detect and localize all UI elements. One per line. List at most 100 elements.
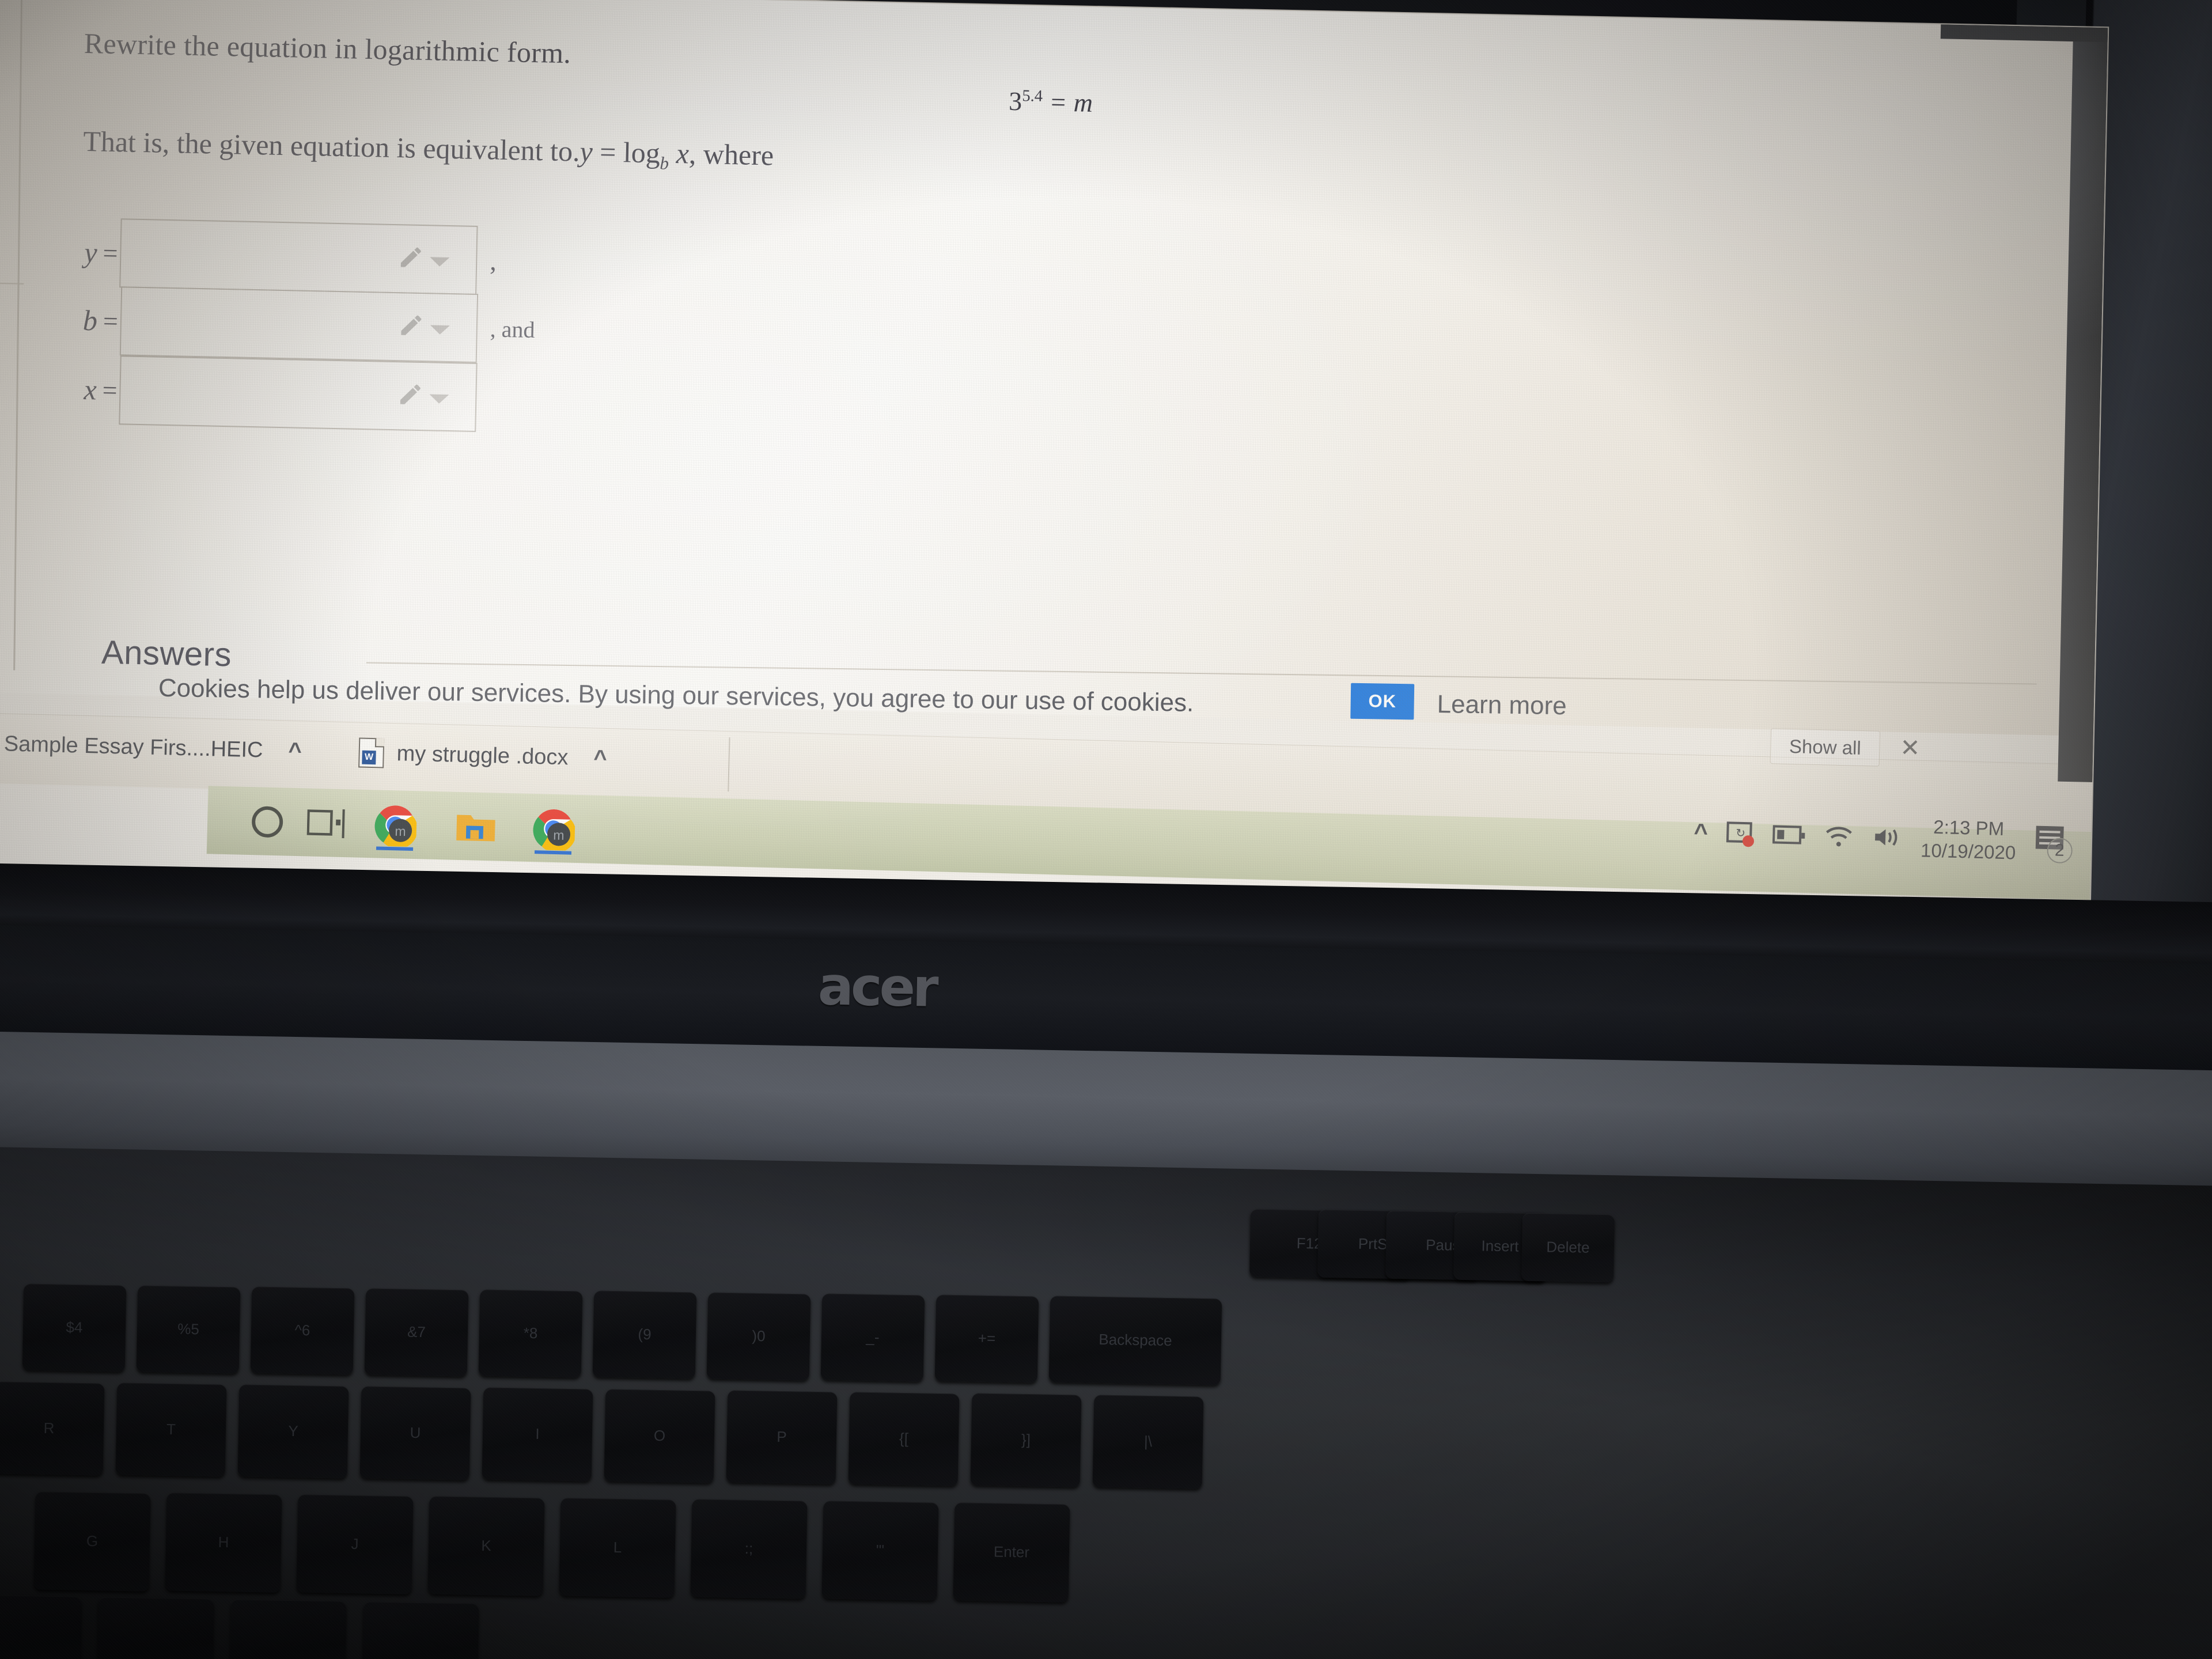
key-9[interactable]: (9 — [592, 1290, 697, 1379]
key-backspace[interactable]: Backspace — [1048, 1296, 1222, 1385]
key-j[interactable]: J — [296, 1494, 414, 1594]
key-label: U — [410, 1423, 421, 1442]
key-[interactable]: }] — [970, 1393, 1082, 1487]
key-label: Insert — [1481, 1237, 1519, 1255]
battery-icon[interactable] — [1772, 823, 1806, 847]
key-label: [ — [904, 1430, 909, 1448]
pencil-icon — [401, 315, 422, 335]
key-label: 7 — [417, 1323, 426, 1341]
tray-overflow-chevron-icon[interactable]: ^ — [1694, 819, 1709, 847]
key-label: _ — [866, 1328, 875, 1346]
key-label: G — [86, 1532, 99, 1550]
key-label: ^ — [294, 1321, 302, 1339]
taskbar-open-indicator — [534, 850, 572, 855]
shelf-separator — [728, 737, 730, 792]
key-blank[interactable] — [0, 1594, 82, 1659]
answer-trailing-b: , and — [490, 315, 536, 343]
answer-input-b[interactable] — [119, 286, 479, 363]
download-item-1[interactable]: Sample Essay Firs....HEIC ^ — [0, 728, 302, 766]
key-label: K — [481, 1536, 491, 1555]
download-item-2[interactable]: W my struggle .docx ^ — [358, 737, 607, 774]
key-label: 6 — [301, 1321, 310, 1339]
key-[interactable]: :; — [690, 1499, 808, 1599]
pencil-icon — [400, 384, 421, 404]
word-file-icon: W — [358, 737, 385, 768]
taskbar-item-chrome-2[interactable]: m — [527, 802, 581, 856]
key-l[interactable]: L — [559, 1498, 676, 1598]
math-editor-toggle-b[interactable] — [397, 312, 450, 339]
key-label: Backspace — [1099, 1330, 1172, 1350]
key-6[interactable]: ^ 6 — [250, 1286, 355, 1375]
math-editor-toggle-y[interactable] — [397, 244, 450, 271]
key-y[interactable]: Y — [237, 1384, 349, 1479]
key-label: 5 — [191, 1320, 200, 1338]
clock-date: 10/19/2020 — [1920, 839, 2016, 863]
key-[interactable]: + = — [934, 1294, 1039, 1383]
question-equation: 35.4 = m — [1009, 86, 1093, 118]
taskbar-item-chrome-1[interactable]: m — [368, 798, 422, 852]
answer-equals-y: = — [103, 238, 119, 268]
volume-icon[interactable] — [1871, 824, 1904, 850]
key-7[interactable]: & 7 — [364, 1288, 469, 1377]
file-explorer-icon — [456, 815, 495, 842]
key-p[interactable]: P — [726, 1390, 838, 1484]
key-label: ' — [881, 1541, 885, 1559]
instruction-equals: = — [599, 135, 617, 168]
answer-row-x: x = — [83, 355, 478, 433]
onedrive-sync-icon[interactable]: ↻ — [1725, 819, 1755, 847]
key-[interactable]: | \ — [1092, 1395, 1204, 1489]
key-[interactable]: {[ — [848, 1392, 960, 1486]
taskbar-item-task-view[interactable] — [299, 796, 353, 850]
math-editor-toggle-x[interactable] — [397, 381, 449, 408]
laptop-screen-assembly: Rewrite the equation in logarithmic form… — [0, 0, 2119, 938]
show-all-downloads-button[interactable]: Show all — [1770, 728, 1881, 767]
key-blank[interactable] — [362, 1601, 479, 1659]
answer-equals-x: = — [102, 375, 118, 405]
key-label: % — [177, 1320, 191, 1338]
key-h[interactable]: H — [165, 1493, 282, 1593]
download-item-2-menu-icon[interactable]: ^ — [593, 745, 607, 772]
taskbar-item-file-explorer[interactable] — [449, 800, 503, 854]
cookie-learn-more-link[interactable]: Learn more — [1437, 690, 1567, 721]
key-u[interactable]: U — [359, 1386, 471, 1480]
answer-input-x[interactable] — [119, 355, 478, 433]
key-k[interactable]: K — [427, 1496, 545, 1596]
key-label: 8 — [529, 1324, 538, 1342]
key-g[interactable]: G — [33, 1491, 151, 1592]
key-label: * — [523, 1324, 530, 1342]
key-o[interactable]: O — [604, 1389, 715, 1483]
close-shelf-icon[interactable]: ✕ — [1900, 733, 1921, 762]
key-label: J — [351, 1535, 359, 1553]
key-4[interactable]: $4 — [22, 1283, 127, 1372]
chrome-icon: m — [374, 805, 417, 847]
key-8[interactable]: * 8 — [478, 1289, 583, 1378]
key-[interactable]: _ - — [820, 1293, 925, 1382]
answer-equals-b: = — [103, 306, 119, 336]
key-0[interactable]: ) 0 — [706, 1292, 811, 1381]
key-blank[interactable] — [97, 1597, 214, 1659]
svg-text:m: m — [395, 824, 406, 839]
key-t[interactable]: T — [115, 1382, 227, 1477]
cookie-ok-button[interactable]: OK — [1350, 683, 1415, 720]
key-r[interactable]: R — [0, 1381, 105, 1476]
key-[interactable]: " ' — [821, 1501, 939, 1601]
taskbar-clock[interactable]: 2:13 PM 10/19/2020 — [1921, 815, 2017, 865]
wifi-icon[interactable] — [1823, 823, 1854, 849]
notification-center-button[interactable]: 2 — [2033, 824, 2073, 864]
taskbar-open-indicator — [376, 846, 414, 851]
instruction-log-base: b — [660, 153, 669, 173]
key-5[interactable]: % 5 — [136, 1285, 241, 1374]
taskbar-item-cortana[interactable] — [240, 795, 294, 849]
key-enter[interactable]: Enter — [953, 1502, 1070, 1603]
answer-row-y: y = , — [84, 218, 497, 296]
answer-input-y[interactable] — [119, 218, 478, 295]
key-blank[interactable] — [229, 1599, 347, 1659]
key-delete[interactable]: Delete — [1521, 1213, 1615, 1283]
key-label: R — [43, 1419, 55, 1437]
task-view-icon — [306, 809, 345, 839]
key-i[interactable]: I — [482, 1387, 593, 1482]
laptop-photo: Rewrite the equation in logarithmic form… — [0, 0, 2212, 1659]
download-item-1-menu-icon[interactable]: ^ — [288, 738, 302, 764]
instruction-y: y — [579, 135, 593, 168]
instruction-log: log — [623, 136, 661, 169]
